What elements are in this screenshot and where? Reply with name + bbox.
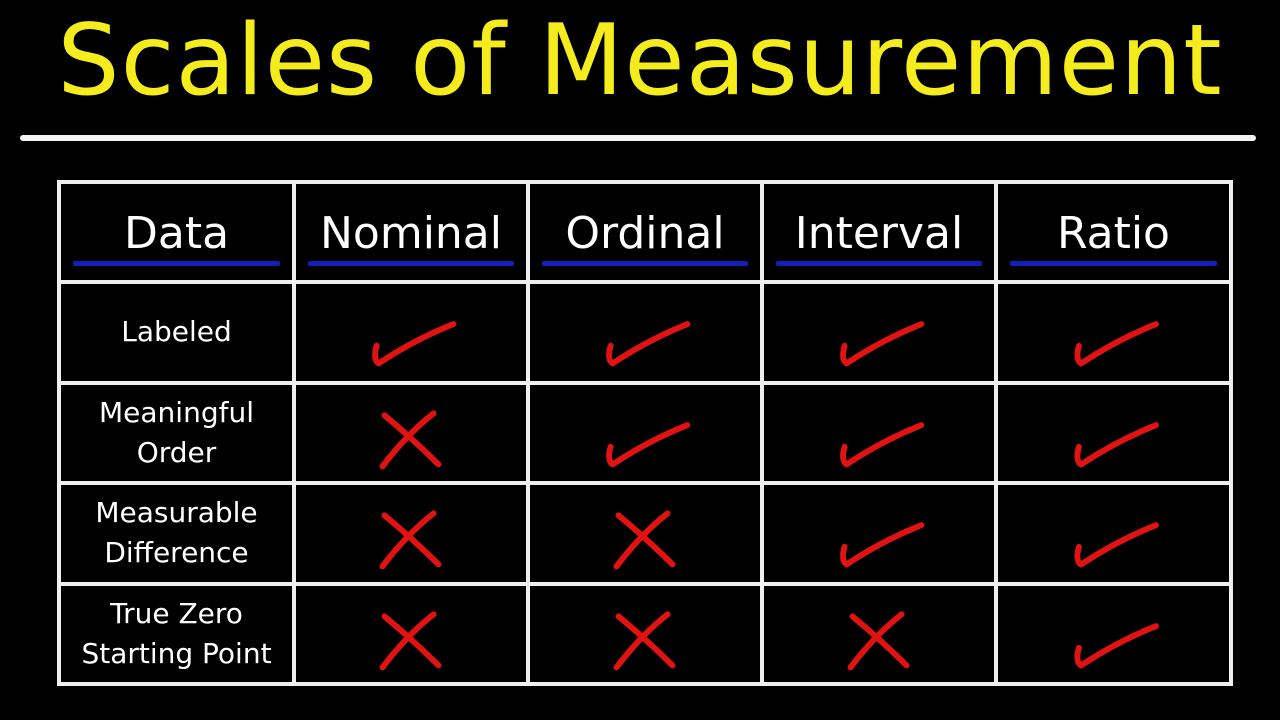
header-data: Data <box>57 180 296 284</box>
check-icon <box>840 321 925 367</box>
check-stroke <box>1074 321 1159 367</box>
row-label: Labeled <box>57 280 296 385</box>
cross-icon <box>847 611 910 671</box>
check-icon <box>606 421 691 468</box>
check-stroke <box>1074 421 1159 468</box>
row-label: True Zero Starting Point <box>57 581 296 686</box>
header-underline <box>1010 261 1217 266</box>
mark-cell <box>292 481 530 586</box>
mark-cell <box>994 481 1233 586</box>
check-stroke <box>606 421 691 468</box>
mark-cell <box>994 280 1233 385</box>
cross-icon <box>613 611 676 671</box>
mark-cell <box>760 581 998 686</box>
check-icon <box>1074 421 1159 468</box>
mark-cell <box>760 380 998 485</box>
check-stroke <box>840 421 925 468</box>
mark-cell <box>760 280 998 385</box>
scales-table: Data Nominal Ordinal Interval Ratio Labe… <box>57 180 1233 686</box>
header-ordinal: Ordinal <box>526 180 764 284</box>
mark-cell <box>292 280 530 385</box>
header-interval: Interval <box>760 180 998 284</box>
mark-cell <box>994 380 1233 485</box>
table-row: Meaningful Order <box>57 380 1233 485</box>
mark-cell <box>292 380 530 485</box>
mark-cell <box>526 481 764 586</box>
table-row: True Zero Starting Point <box>57 581 1233 686</box>
mark-cell <box>994 581 1233 686</box>
mark-cell <box>526 581 764 686</box>
title-underline <box>20 135 1256 141</box>
check-icon <box>840 522 925 568</box>
mark-cell <box>760 481 998 586</box>
cross-icon <box>379 410 442 470</box>
check-icon <box>1074 522 1159 568</box>
check-stroke <box>1074 622 1159 669</box>
mark-cell <box>292 581 530 686</box>
check-stroke <box>606 321 691 367</box>
row-label: Measurable Difference <box>57 481 296 586</box>
cross-icon <box>379 611 442 671</box>
table-row: Measurable Difference <box>57 481 1233 586</box>
check-stroke <box>840 321 925 367</box>
header-nominal: Nominal <box>292 180 530 284</box>
table-row: Labeled <box>57 280 1233 385</box>
mark-cell <box>526 280 764 385</box>
page-title: Scales of Measurement <box>57 4 1223 118</box>
check-icon <box>372 321 457 367</box>
cross-icon <box>379 510 442 570</box>
cross-icon <box>613 510 676 570</box>
header-underline <box>776 261 982 266</box>
check-icon <box>1074 622 1159 669</box>
check-stroke <box>840 522 925 568</box>
header-ratio: Ratio <box>994 180 1233 284</box>
check-stroke <box>372 321 457 367</box>
header-underline <box>73 261 280 266</box>
check-icon <box>606 321 691 367</box>
header-underline <box>542 261 748 266</box>
check-icon <box>840 421 925 468</box>
header-row: Data Nominal Ordinal Interval Ratio <box>57 180 1233 284</box>
check-icon <box>1074 321 1159 367</box>
row-label: Meaningful Order <box>57 380 296 485</box>
header-underline <box>308 261 514 266</box>
check-stroke <box>1074 522 1159 568</box>
mark-cell <box>526 380 764 485</box>
